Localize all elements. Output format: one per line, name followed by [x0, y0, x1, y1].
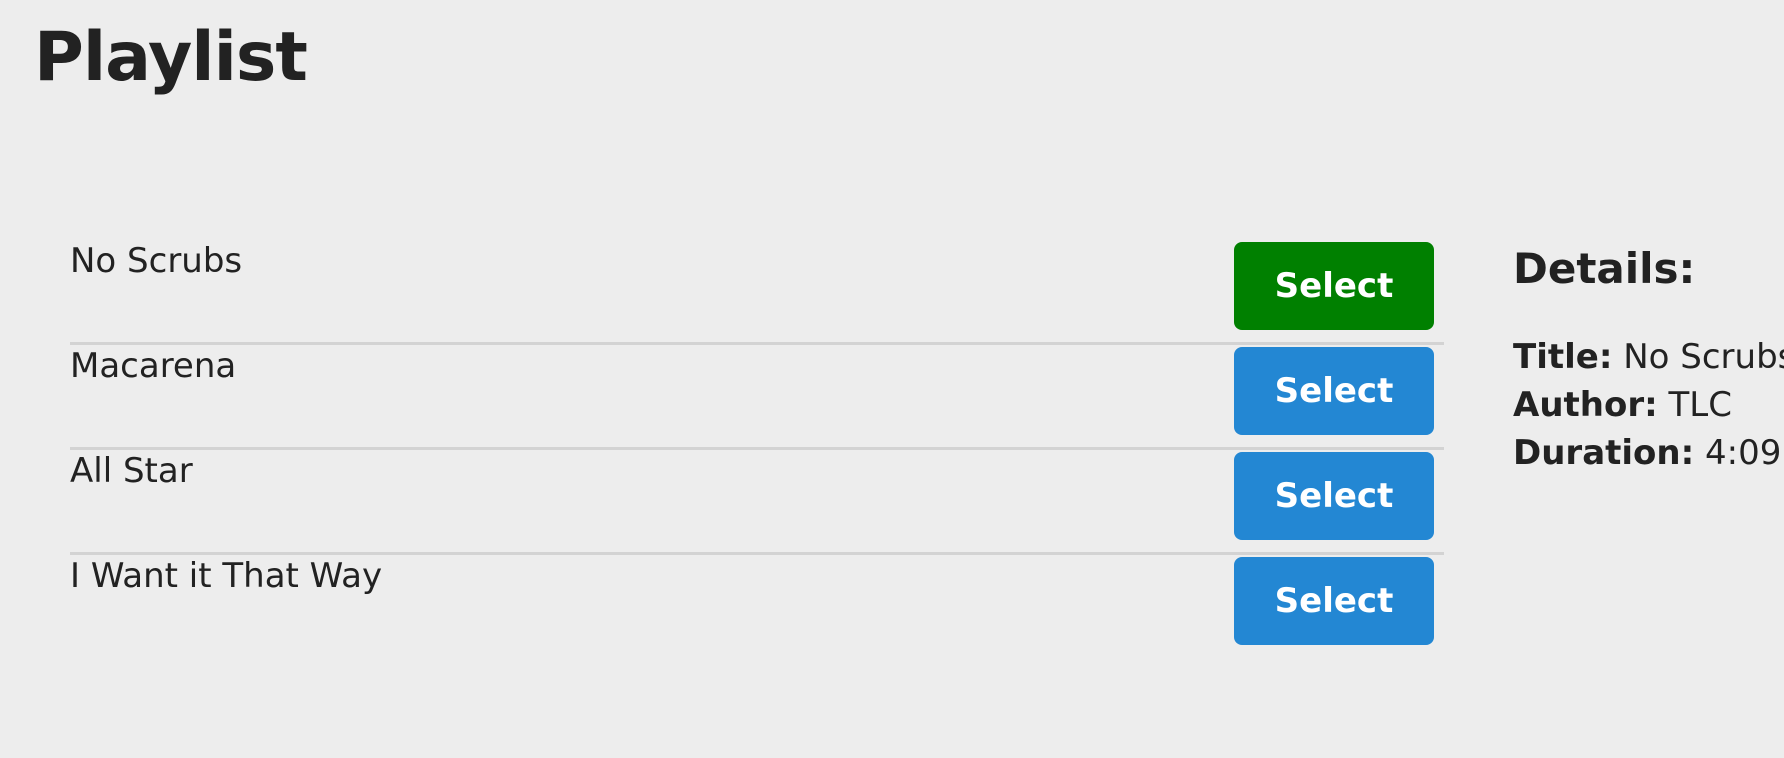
- select-button-macarena[interactable]: Select: [1234, 347, 1434, 435]
- playlist-item-no-scrubs: No Scrubs Select: [70, 240, 1444, 345]
- detail-author-line: Author: TLC: [1513, 381, 1783, 429]
- details-panel: Details: Title: No Scrubs Author: TLC Du…: [1513, 243, 1784, 477]
- playlist: No Scrubs Select Macarena Select All Sta…: [70, 240, 1444, 660]
- select-button-no-scrubs[interactable]: Select: [1234, 242, 1434, 330]
- select-button-i-want-it-that-way[interactable]: Select: [1234, 557, 1434, 645]
- page-title: Playlist: [34, 18, 308, 97]
- detail-author-label: Author:: [1513, 385, 1658, 425]
- select-button-all-star[interactable]: Select: [1234, 452, 1434, 540]
- playlist-item-macarena: Macarena Select: [70, 345, 1444, 450]
- detail-title-label: Title:: [1513, 337, 1613, 377]
- detail-duration-value: 4:09: [1705, 433, 1782, 473]
- detail-duration-line: Duration: 4:09: [1513, 429, 1783, 477]
- detail-duration-label: Duration:: [1513, 433, 1695, 473]
- playlist-item-all-star: All Star Select: [70, 450, 1444, 555]
- song-title: I Want it That Way: [70, 556, 383, 596]
- detail-title-line: Title: No Scrubs: [1513, 333, 1784, 381]
- song-title: All Star: [70, 451, 193, 491]
- song-title: No Scrubs: [70, 241, 243, 281]
- detail-title-value: No Scrubs: [1623, 337, 1784, 377]
- detail-author-value: TLC: [1668, 385, 1732, 425]
- song-title: Macarena: [70, 346, 237, 386]
- playlist-item-i-want-it-that-way: I Want it That Way Select: [70, 555, 1444, 660]
- details-heading: Details:: [1513, 244, 1696, 293]
